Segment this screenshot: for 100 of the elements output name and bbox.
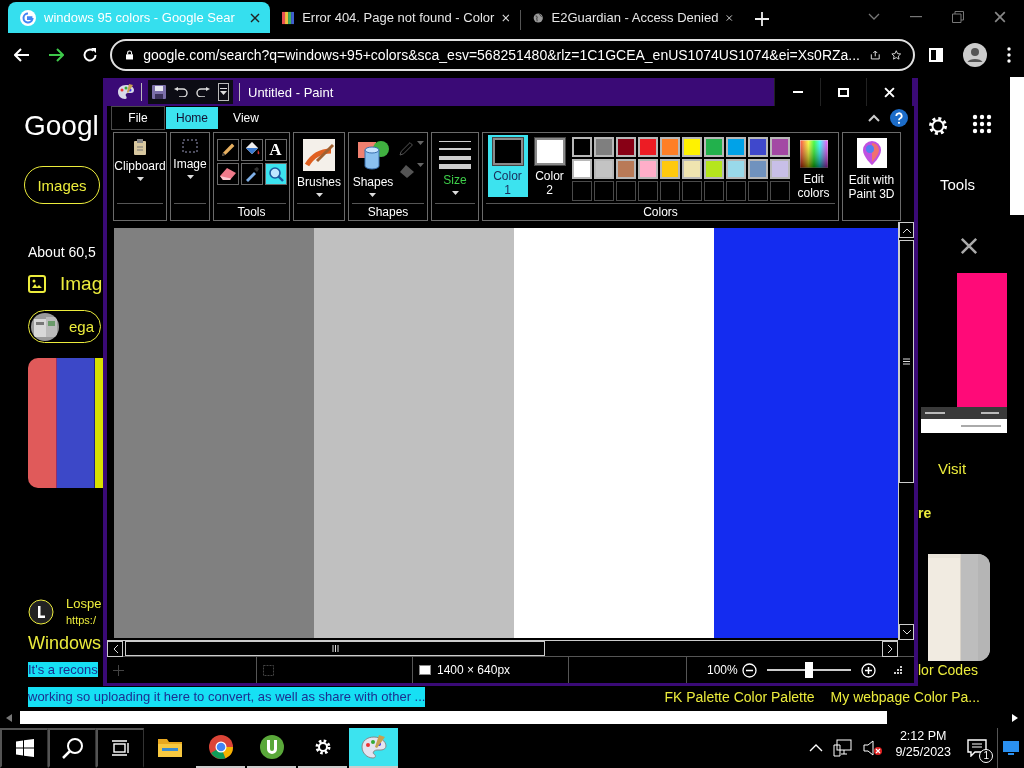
result-link[interactable]: My webpage Color Pa... <box>830 689 980 705</box>
reload-icon[interactable] <box>82 47 98 63</box>
ribbon-tab[interactable]: Home <box>165 106 219 130</box>
close-icon[interactable] <box>250 12 260 23</box>
scroll-up-button[interactable] <box>899 222 914 238</box>
color-button[interactable]: Color 1 <box>487 135 528 197</box>
undo-icon[interactable] <box>174 87 188 97</box>
color-swatch[interactable] <box>747 137 768 157</box>
apps-icon[interactable] <box>972 114 992 134</box>
menu-icon[interactable] <box>1007 47 1011 63</box>
forward-arrow-icon[interactable] <box>48 48 64 62</box>
empty-swatch[interactable] <box>681 181 702 201</box>
new-tab-icon[interactable] <box>755 12 769 26</box>
color-swatch[interactable] <box>747 159 768 179</box>
empty-swatch[interactable] <box>747 181 768 201</box>
shapes-button[interactable]: Shapes <box>351 135 395 201</box>
scroll-down-button[interactable] <box>899 624 914 640</box>
brushes-button[interactable]: Brushes <box>296 135 342 201</box>
color-swatch[interactable] <box>615 159 636 179</box>
task-view-button[interactable] <box>96 728 144 768</box>
result-caption[interactable]: lor Codes <box>918 662 1024 678</box>
color-swatch[interactable] <box>681 159 702 179</box>
scroll-left-icon[interactable] <box>6 713 12 722</box>
color-swatch[interactable] <box>593 159 614 179</box>
star-icon[interactable] <box>890 47 901 63</box>
sidebar-icon[interactable] <box>929 48 943 62</box>
color-swatch[interactable] <box>769 137 790 157</box>
tool-button[interactable] <box>240 139 263 161</box>
tool-button[interactable]: A <box>264 139 287 161</box>
caret-icon[interactable] <box>451 191 459 195</box>
scrollbar-thumb[interactable] <box>20 711 887 724</box>
muted-speaker-icon[interactable] <box>863 739 884 757</box>
color-swatch[interactable] <box>615 137 636 157</box>
empty-swatch[interactable] <box>659 181 680 201</box>
color-swatch[interactable] <box>637 137 658 157</box>
zoom-out-icon[interactable] <box>741 662 757 678</box>
color-swatch[interactable] <box>571 159 592 179</box>
help-icon[interactable] <box>890 109 908 127</box>
color-swatch[interactable] <box>703 137 724 157</box>
caret-icon[interactable] <box>315 193 323 197</box>
scrollbar-thumb[interactable] <box>1010 77 1024 215</box>
settings-icon[interactable] <box>926 114 950 138</box>
browser-tab[interactable]: E2Guardian - Access Denied <box>521 2 743 33</box>
zoom-in-icon[interactable] <box>860 662 876 678</box>
color-swatch[interactable] <box>769 159 790 179</box>
ribbon-tab[interactable]: File <box>111 106 165 130</box>
source-name[interactable]: Lospe <box>66 596 102 612</box>
chevron-up-icon[interactable] <box>809 744 824 752</box>
tool-button[interactable] <box>240 163 263 185</box>
more-link[interactable]: re <box>918 505 932 521</box>
avatar-icon[interactable] <box>963 43 987 67</box>
minimize-icon[interactable] <box>910 15 922 18</box>
tool-button[interactable] <box>216 139 239 161</box>
tool-button[interactable] <box>264 163 287 185</box>
color-swatch[interactable] <box>681 137 702 157</box>
color-swatch[interactable] <box>637 159 658 179</box>
color-swatch[interactable] <box>659 137 680 157</box>
image-button[interactable]: Image <box>172 135 208 201</box>
redo-icon[interactable] <box>196 87 210 97</box>
collapse-icon[interactable] <box>868 114 880 122</box>
scroll-right-button[interactable] <box>882 641 898 657</box>
scroll-left-button[interactable] <box>107 641 123 657</box>
palette-icon[interactable] <box>117 84 135 100</box>
empty-swatch[interactable] <box>593 181 614 201</box>
browser-tab[interactable]: Error 404. Page not found - Color <box>270 2 520 33</box>
empty-swatch[interactable] <box>769 181 790 201</box>
scrollbar-thumb[interactable] <box>125 641 545 656</box>
clock[interactable]: 2:12 PM 9/25/2023 <box>889 728 957 768</box>
close-icon[interactable] <box>994 10 1006 23</box>
network-icon[interactable] <box>833 739 854 757</box>
clipboard-button[interactable]: Clipboard <box>113 135 167 201</box>
close-icon[interactable] <box>960 237 978 255</box>
color-swatch[interactable] <box>659 159 680 179</box>
scrollbar-thumb[interactable] <box>899 240 914 483</box>
empty-swatch[interactable] <box>725 181 746 201</box>
empty-swatch[interactable] <box>571 181 592 201</box>
slider-thumb[interactable] <box>804 662 813 678</box>
scroll-right-icon[interactable] <box>1012 713 1018 722</box>
caret-icon[interactable] <box>369 193 377 197</box>
empty-swatch[interactable] <box>637 181 658 201</box>
empty-swatch[interactable] <box>615 181 636 201</box>
tools-link[interactable]: Tools <box>940 176 976 193</box>
close-icon[interactable] <box>726 12 733 23</box>
color-swatch[interactable] <box>703 159 724 179</box>
size-button[interactable]: Size <box>438 135 472 201</box>
back-arrow-icon[interactable] <box>14 48 30 62</box>
empty-swatch[interactable] <box>703 181 724 201</box>
start-button[interactable] <box>0 728 48 768</box>
tool-button[interactable] <box>216 163 239 185</box>
customize-button[interactable] <box>218 83 229 101</box>
color-swatch[interactable] <box>593 137 614 157</box>
visit-link[interactable]: Visit <box>938 460 967 477</box>
save-icon[interactable] <box>152 85 166 99</box>
caret-icon[interactable] <box>186 175 194 179</box>
result-link[interactable]: FK Palette Color Palette <box>664 689 815 705</box>
result-title[interactable]: Windows <box>28 632 102 654</box>
color-swatch[interactable] <box>571 137 592 157</box>
paint-3d-button[interactable]: Edit with Paint 3D <box>842 132 901 221</box>
search-button[interactable] <box>48 728 96 768</box>
edit-colors-button[interactable]: Edit colors <box>793 135 834 201</box>
